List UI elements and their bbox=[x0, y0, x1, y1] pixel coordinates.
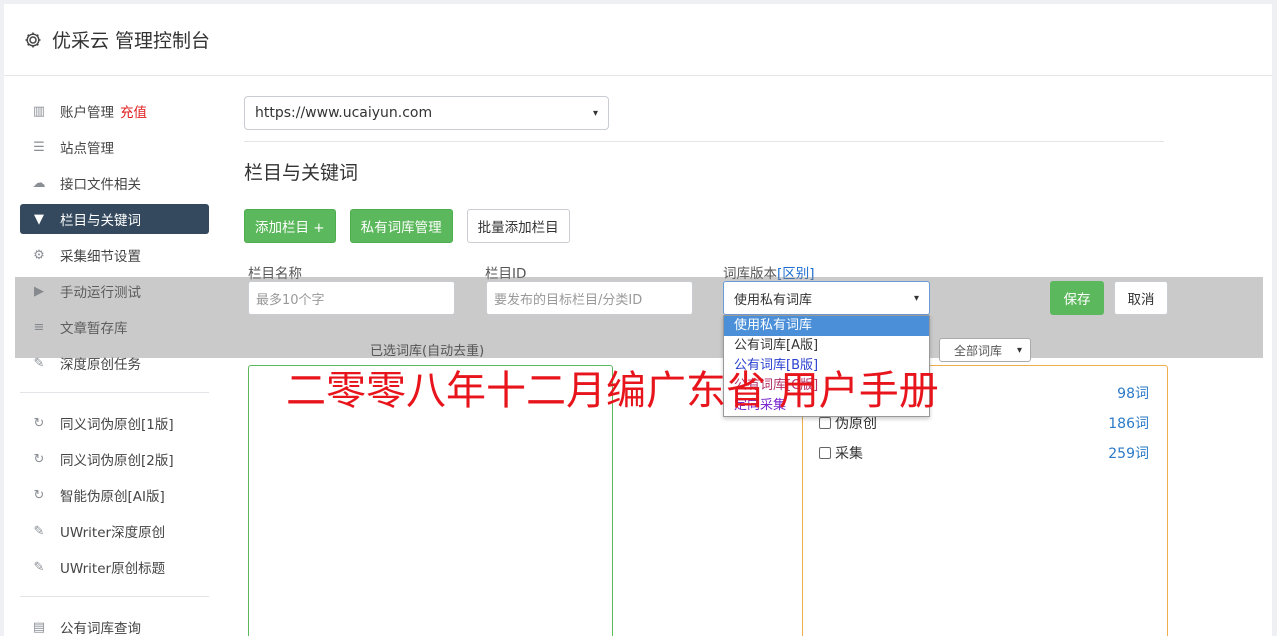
lib-version-select[interactable]: 使用私有词库 ▾ bbox=[723, 281, 930, 315]
edit-icon: ✎ bbox=[33, 559, 45, 575]
sidebar-item-label: 账户管理 bbox=[60, 105, 114, 121]
sidebar-item-synonym-2[interactable]: ↻ 同义词伪原创[2版] bbox=[20, 444, 209, 474]
chevron-down-icon: ▾ bbox=[913, 292, 919, 304]
sidebar-item-public-lib[interactable]: ▤ 公有词库查询 bbox=[20, 612, 209, 636]
sidebar-item-uwriter-title[interactable]: ✎ UWriter原创标题 bbox=[20, 552, 209, 582]
sidebar: ▥ 账户管理 充值 ☰ 站点管理 ☁ 接口文件相关 ▼ 栏目与关键词 ⚙ 采集细… bbox=[20, 96, 209, 636]
refresh-icon: ↻ bbox=[33, 487, 45, 503]
watermark-text: 二零零八年十二月编广东省 用户手册 bbox=[286, 368, 939, 414]
sidebar-item-label: UWriter原创标题 bbox=[60, 561, 166, 577]
list-item[interactable]: 采集 259词 bbox=[819, 443, 1149, 463]
sidebar-item-label: 智能伪原创[AI版] bbox=[60, 489, 165, 505]
sidebar-item-columns[interactable]: ▼ 栏目与关键词 bbox=[20, 204, 209, 234]
filter-icon: ▼ bbox=[34, 211, 44, 227]
sidebar-item-ai-rewrite[interactable]: ↻ 智能伪原创[AI版] bbox=[20, 480, 209, 510]
sidebar-item-label: 站点管理 bbox=[60, 141, 114, 157]
dropdown-option[interactable]: 公有词库[A版] bbox=[724, 336, 929, 356]
toolbar: 添加栏目 + 私有词库管理 批量添加栏目 bbox=[244, 209, 1164, 243]
chevron-down-icon: ▾ bbox=[1016, 344, 1022, 356]
refresh-icon: ↻ bbox=[33, 451, 45, 467]
sidebar-item-label: 同义词伪原创[1版] bbox=[60, 417, 174, 433]
sidebar-item-account[interactable]: ▥ 账户管理 充值 bbox=[20, 96, 209, 126]
all-libs-value: 全部词库 bbox=[954, 343, 1003, 358]
bar-chart-icon: ▥ bbox=[32, 103, 46, 119]
site-select-value: https://www.ucaiyun.com bbox=[255, 105, 433, 121]
column-id-input[interactable]: 要发布的目标栏目/分类ID bbox=[486, 281, 693, 315]
server-icon: ☰ bbox=[33, 139, 45, 155]
chevron-down-icon: ▾ bbox=[592, 107, 598, 119]
batch-add-button[interactable]: 批量添加栏目 bbox=[466, 209, 570, 243]
lib-version-value: 使用私有词库 bbox=[734, 292, 813, 308]
sidebar-item-label: UWriter深度原创 bbox=[60, 525, 166, 541]
lib-label: 采集 bbox=[835, 446, 863, 462]
sidebar-item-label: 同义词伪原创[2版] bbox=[60, 453, 174, 469]
divider bbox=[244, 141, 1164, 142]
sidebar-item-synonym-1[interactable]: ↻ 同义词伪原创[1版] bbox=[20, 408, 209, 438]
recharge-link[interactable]: 充值 bbox=[120, 101, 147, 121]
header: 优采云 管理控制台 bbox=[4, 4, 1272, 76]
site-select[interactable]: https://www.ucaiyun.com ▾ bbox=[244, 96, 609, 130]
cancel-button[interactable]: 取消 bbox=[1114, 281, 1168, 315]
sidebar-item-label: 接口文件相关 bbox=[60, 177, 141, 193]
lib-count: 259词 bbox=[1108, 446, 1149, 462]
refresh-icon: ↻ bbox=[33, 415, 45, 431]
sidebar-item-label: 栏目与关键词 bbox=[60, 213, 141, 229]
add-column-button[interactable]: 添加栏目 + bbox=[244, 209, 336, 243]
save-button[interactable]: 保存 bbox=[1050, 281, 1104, 315]
main-content: https://www.ucaiyun.com ▾ 栏目与关键词 添加栏目 + … bbox=[244, 96, 1164, 282]
sidebar-divider bbox=[20, 392, 209, 393]
gear-icon bbox=[24, 31, 42, 49]
sidebar-item-label: 采集细节设置 bbox=[60, 249, 141, 265]
sidebar-item-label: 公有词库查询 bbox=[60, 621, 141, 636]
edit-icon: ✎ bbox=[33, 523, 45, 539]
cogs-icon: ⚙ bbox=[33, 247, 45, 263]
sidebar-item-interface[interactable]: ☁ 接口文件相关 bbox=[20, 168, 209, 198]
sidebar-divider bbox=[20, 596, 209, 597]
lib-count: 186词 bbox=[1108, 416, 1149, 432]
sidebar-item-uwriter-deep[interactable]: ✎ UWriter深度原创 bbox=[20, 516, 209, 546]
private-lib-button[interactable]: 私有词库管理 bbox=[349, 209, 453, 243]
checkbox[interactable] bbox=[819, 447, 831, 459]
sidebar-item-sites[interactable]: ☰ 站点管理 bbox=[20, 132, 209, 162]
selected-libs-label: 已选词库(自动去重) bbox=[370, 344, 485, 359]
checkbox[interactable] bbox=[819, 417, 831, 429]
dropdown-option[interactable]: 使用私有词库 bbox=[724, 316, 929, 336]
all-libs-select[interactable]: 全部词库 ▾ bbox=[939, 338, 1031, 362]
section-title: 栏目与关键词 bbox=[244, 162, 359, 184]
cloud-upload-icon: ☁ bbox=[32, 175, 46, 191]
column-name-input[interactable]: 最多10个字 bbox=[248, 281, 455, 315]
book-icon: ▤ bbox=[32, 619, 46, 635]
lib-label: 伪原创 bbox=[835, 416, 877, 432]
page-title: 优采云 管理控制台 bbox=[52, 30, 211, 52]
lib-count: 98词 bbox=[1117, 386, 1149, 402]
sidebar-item-collect-settings[interactable]: ⚙ 采集细节设置 bbox=[20, 240, 209, 270]
